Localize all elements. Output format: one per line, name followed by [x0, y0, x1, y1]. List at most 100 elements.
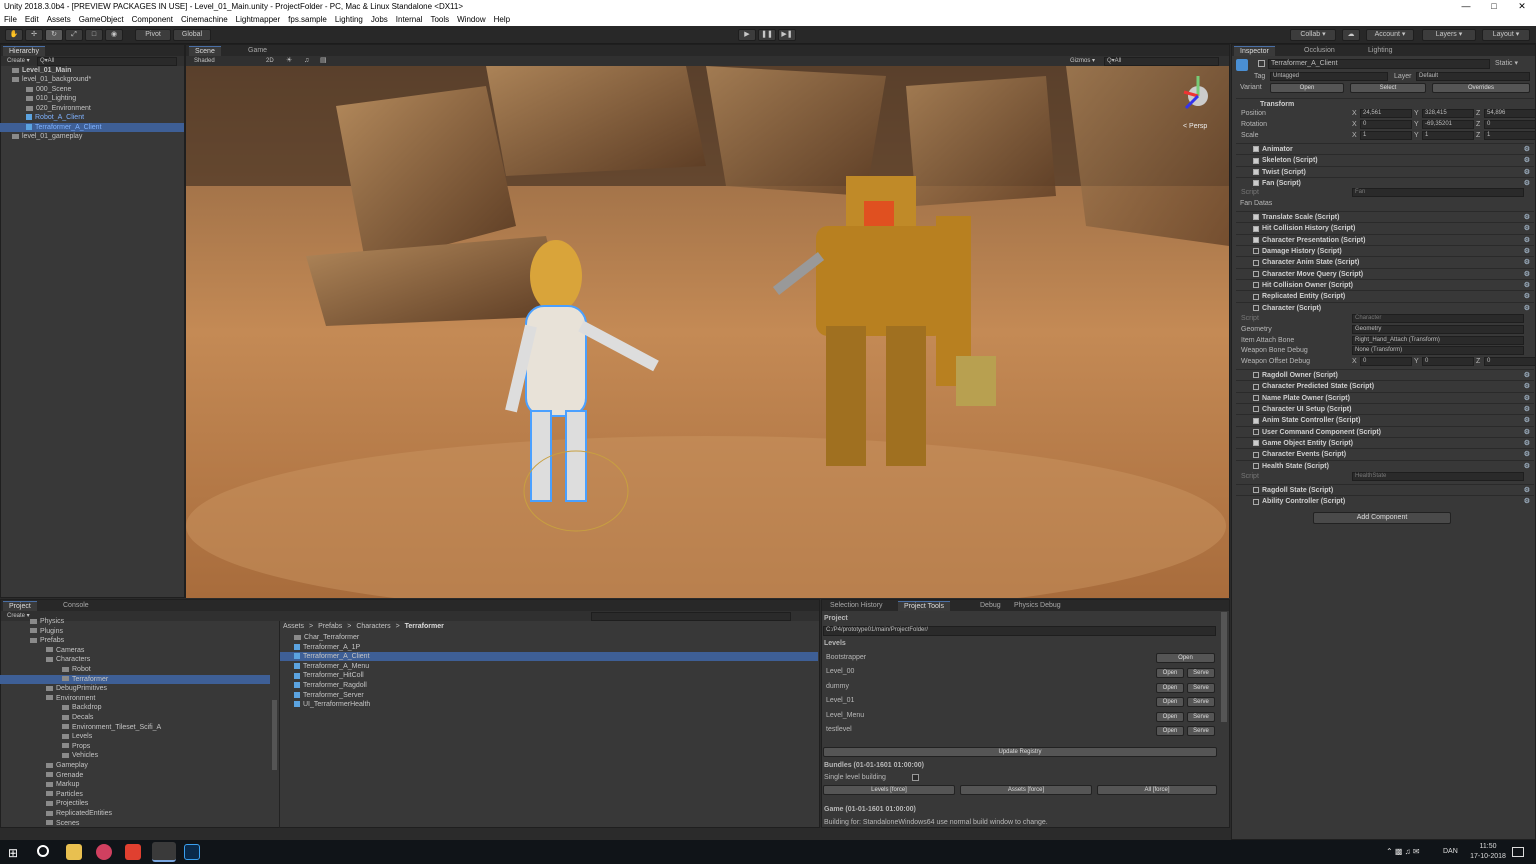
hierarchy-item[interactable]: level_01_gameplay — [0, 132, 184, 141]
breadcrumb-item[interactable]: Terraformer — [405, 623, 444, 630]
notifications-icon[interactable] — [1512, 847, 1524, 857]
component-settings-icon[interactable]: ⚙ — [1524, 167, 1530, 178]
hierarchy-item[interactable]: 010_Lighting — [0, 94, 184, 103]
project-folder-item[interactable]: Backdrop — [0, 703, 270, 712]
projection-label[interactable]: < Persp — [1183, 123, 1207, 130]
component-enabled-checkbox[interactable] — [1253, 157, 1259, 164]
menu-jobs[interactable]: Jobs — [367, 13, 392, 26]
component-enabled-checkbox[interactable] — [1253, 146, 1259, 153]
menu-edit[interactable]: Edit — [21, 13, 43, 26]
project-folder-item[interactable]: Environment_Tileset_Scifi_A — [0, 723, 270, 732]
project-folder-item[interactable]: Props — [0, 742, 270, 751]
tab-project[interactable]: Project — [3, 601, 37, 611]
component-enabled-checkbox[interactable] — [1253, 282, 1259, 289]
active-checkbox[interactable] — [1258, 60, 1265, 67]
step-icon[interactable]: ▶❚ — [778, 29, 796, 41]
level-serve-button[interactable]: Serve — [1187, 726, 1215, 736]
menu-cinemachine[interactable]: Cinemachine — [177, 13, 232, 26]
pause-icon[interactable]: ❚❚ — [758, 29, 776, 41]
project-folder-item[interactable]: Terraformer — [0, 674, 270, 684]
level-open-button[interactable]: Open — [1156, 726, 1184, 736]
breadcrumb-item[interactable]: Assets — [283, 623, 304, 630]
prefab-select-button[interactable]: Select — [1350, 83, 1426, 93]
component-ability-controller-script-[interactable]: Ability Controller (Script) ⚙ — [1236, 495, 1534, 506]
maximize-icon[interactable]: □ — [1480, 0, 1508, 13]
hand-tool-icon[interactable]: ✋ — [5, 29, 23, 41]
object-name-field[interactable]: Terraformer_A_Client — [1268, 59, 1490, 69]
layers-dropdown[interactable]: Layers ▾ — [1422, 29, 1476, 41]
component-settings-icon[interactable]: ⚙ — [1524, 370, 1530, 381]
photoshop-icon[interactable] — [184, 844, 200, 860]
component-settings-icon[interactable]: ⚙ — [1524, 257, 1530, 268]
project-folder-item[interactable]: Vehicles — [0, 751, 270, 760]
component-enabled-checkbox[interactable] — [1253, 462, 1259, 469]
project-folder-item[interactable]: Gameplay — [0, 761, 270, 770]
scale-tool-icon[interactable]: ⤢ — [65, 29, 83, 41]
axis-z-field[interactable]: 54,896 — [1484, 109, 1536, 118]
tab-project-tools[interactable]: Project Tools — [898, 601, 950, 611]
level-serve-button[interactable]: Serve — [1187, 668, 1215, 679]
component-settings-icon[interactable]: ⚙ — [1524, 415, 1530, 426]
project-folder-item[interactable]: Scenes — [0, 819, 270, 828]
component-name-plate-owner-script-[interactable]: Name Plate Owner (Script) ⚙ — [1236, 391, 1534, 403]
tab-selection-history[interactable]: Selection History — [824, 601, 889, 611]
single-level-checkbox[interactable] — [912, 774, 919, 781]
project-folder-item[interactable]: Projectiles — [0, 799, 270, 808]
update-registry-button[interactable]: Update Registry — [823, 747, 1217, 757]
component-settings-icon[interactable]: ⚙ — [1524, 155, 1530, 166]
level-open-button[interactable]: Open — [1156, 668, 1184, 679]
component-settings-icon[interactable]: ⚙ — [1524, 461, 1530, 472]
level-serve-button[interactable]: Serve — [1187, 711, 1215, 722]
hierarchy-item[interactable]: 000_Scene — [0, 85, 184, 94]
component-character-anim-state-script-[interactable]: Character Anim State (Script) ⚙ — [1236, 256, 1534, 267]
component-enabled-checkbox[interactable] — [1253, 487, 1259, 494]
menu-lighting[interactable]: Lighting — [331, 13, 367, 26]
project-folder-item[interactable]: Physics — [0, 617, 270, 626]
breadcrumb-item[interactable]: Characters — [356, 623, 390, 630]
component-translate-scale-script-[interactable]: Translate Scale (Script) ⚙ — [1236, 211, 1534, 222]
component-twist-script-[interactable]: Twist (Script) ⚙ — [1236, 165, 1534, 178]
global-toggle[interactable]: Global — [173, 29, 211, 41]
tab-debug[interactable]: Debug — [974, 601, 1007, 611]
tag-dropdown[interactable]: Untagged — [1270, 72, 1388, 81]
hierarchy-item[interactable]: Terraformer_A_Client — [0, 123, 184, 132]
account-dropdown[interactable]: Account ▾ — [1366, 29, 1414, 41]
static-toggle[interactable]: Static ▾ — [1495, 59, 1518, 68]
project-search-input[interactable] — [591, 612, 791, 621]
project-asset-item[interactable]: Terraformer_A_Menu — [280, 662, 818, 671]
character-field-value[interactable]: None (Transform) — [1352, 346, 1524, 356]
component-enabled-checkbox[interactable] — [1253, 168, 1259, 175]
project-folder-item[interactable]: Robot — [0, 665, 270, 674]
levels-force-button[interactable]: Levels [force] — [823, 785, 955, 795]
project-asset-item[interactable]: Terraformer_A_Client — [280, 652, 818, 662]
component-settings-icon[interactable]: ⚙ — [1524, 178, 1530, 189]
component-user-command-component-script-[interactable]: User Command Component (Script) ⚙ — [1236, 425, 1534, 438]
component-settings-icon[interactable]: ⚙ — [1524, 449, 1530, 460]
project-folder-item[interactable]: Grenade — [0, 771, 270, 780]
collab-dropdown[interactable]: Collab ▾ — [1290, 29, 1336, 41]
menu-file[interactable]: File — [0, 13, 21, 26]
component-settings-icon[interactable]: ⚙ — [1524, 291, 1530, 302]
component-damage-history-script-[interactable]: Damage History (Script) ⚙ — [1236, 245, 1534, 256]
gizmos-dropdown[interactable]: Gizmos ▾ — [1070, 56, 1095, 66]
component-enabled-checkbox[interactable] — [1253, 270, 1259, 277]
component-enabled-checkbox[interactable] — [1253, 225, 1259, 232]
component-settings-icon[interactable]: ⚙ — [1524, 144, 1530, 155]
component-enabled-checkbox[interactable] — [1253, 248, 1259, 255]
menu-gameobject[interactable]: GameObject — [75, 13, 128, 26]
component-settings-icon[interactable]: ⚙ — [1524, 381, 1530, 392]
menu-tools[interactable]: Tools — [426, 13, 453, 26]
axis-y-field[interactable]: 1 — [1422, 131, 1474, 140]
component-character-move-query-script-[interactable]: Character Move Query (Script) ⚙ — [1236, 267, 1534, 279]
fan-datas-foldout[interactable]: Fan Datas — [1240, 199, 1272, 208]
component-settings-icon[interactable]: ⚙ — [1524, 427, 1530, 438]
hierarchy-create-button[interactable]: Create ▾ — [7, 56, 30, 66]
browser-icon[interactable] — [96, 844, 112, 860]
project-folder-item[interactable]: Levels — [0, 732, 270, 741]
project-folder-item[interactable]: Characters — [0, 655, 270, 664]
prefab-open-button[interactable]: Open — [1270, 83, 1344, 93]
component-anim-state-controller-script-[interactable]: Anim State Controller (Script) ⚙ — [1236, 414, 1534, 425]
component-enabled-checkbox[interactable] — [1253, 451, 1259, 458]
tab-lighting[interactable]: Lighting — [1362, 46, 1399, 56]
unity-taskbar-icon[interactable] — [152, 842, 176, 862]
